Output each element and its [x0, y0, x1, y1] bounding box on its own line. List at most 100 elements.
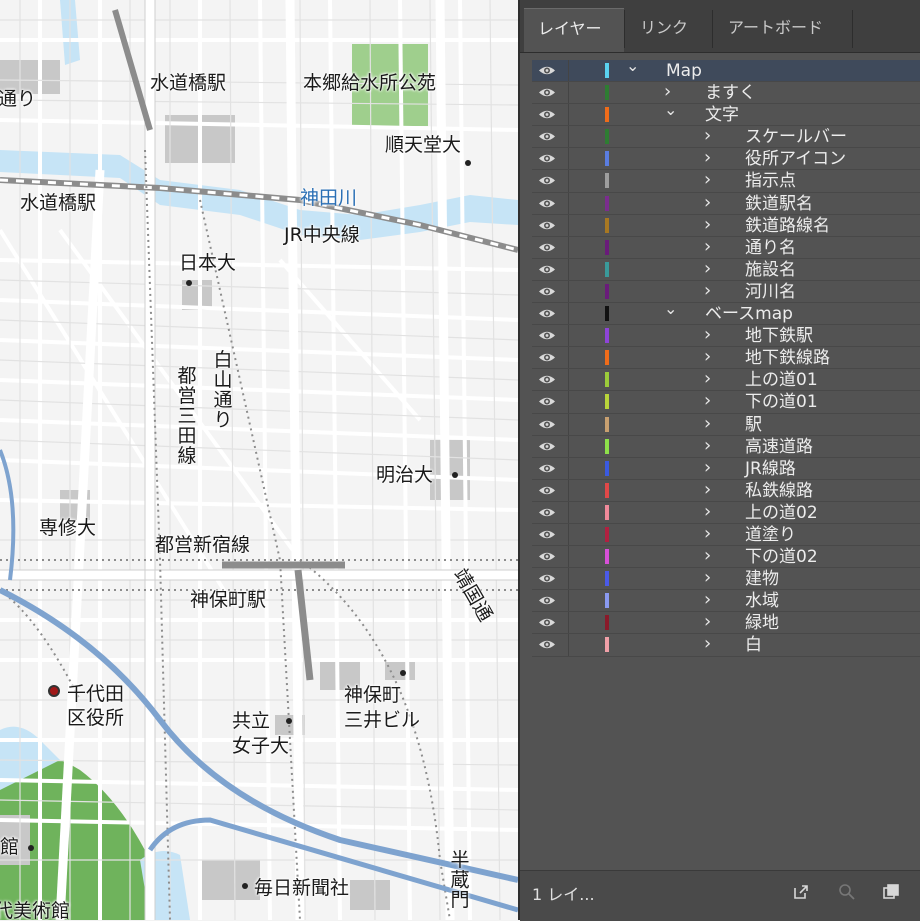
visibility-eye-icon[interactable]: [538, 484, 556, 497]
layer-name[interactable]: 地下鉄線路: [745, 347, 830, 369]
layer-row[interactable]: › 高速道路: [532, 435, 920, 458]
layer-row[interactable]: › 指示点: [532, 170, 920, 193]
visibility-eye-icon[interactable]: [538, 152, 556, 165]
chevron-right-icon[interactable]: ›: [704, 502, 718, 520]
visibility-eye-icon[interactable]: [538, 64, 556, 77]
chevron-right-icon[interactable]: ›: [704, 127, 718, 145]
chevron-right-icon[interactable]: ›: [704, 414, 718, 432]
layer-row[interactable]: › 道塗り: [532, 523, 920, 547]
visibility-eye-icon[interactable]: [538, 616, 556, 629]
layer-name[interactable]: 上の道02: [745, 502, 818, 524]
chevron-right-icon[interactable]: ›: [704, 635, 718, 653]
layer-row[interactable]: › JR線路: [532, 457, 920, 480]
visibility-eye-icon[interactable]: [538, 130, 556, 143]
layer-row[interactable]: › 河川名: [532, 280, 920, 304]
chevron-down-icon[interactable]: ⌄: [664, 301, 678, 317]
layer-name[interactable]: 役所アイコン: [745, 148, 846, 170]
chevron-right-icon[interactable]: ›: [704, 480, 718, 498]
chevron-right-icon[interactable]: ›: [664, 83, 678, 101]
chevron-right-icon[interactable]: ›: [704, 547, 718, 565]
layer-row[interactable]: ⌄ 文字: [532, 102, 920, 127]
chevron-right-icon[interactable]: ›: [704, 348, 718, 366]
layer-name[interactable]: 下の道01: [745, 391, 818, 413]
chevron-right-icon[interactable]: ›: [704, 281, 718, 299]
visibility-eye-icon[interactable]: [538, 506, 556, 519]
chevron-right-icon[interactable]: ›: [704, 591, 718, 609]
layer-row[interactable]: › 地下鉄線路: [532, 347, 920, 370]
visibility-eye-icon[interactable]: [538, 263, 556, 276]
layer-name[interactable]: 道塗り: [745, 524, 796, 546]
layer-name[interactable]: ベースmap: [705, 303, 793, 325]
layer-name[interactable]: 指示点: [745, 170, 796, 192]
chevron-down-icon[interactable]: ⌄: [664, 102, 678, 118]
layer-row[interactable]: › 私鉄線路: [532, 479, 920, 502]
chevron-down-icon[interactable]: ⌄: [626, 58, 640, 74]
tab-artboards[interactable]: アートボード: [714, 8, 852, 52]
visibility-eye-icon[interactable]: [538, 329, 556, 342]
layer-name[interactable]: 上の道01: [745, 369, 818, 391]
layer-name[interactable]: JR線路: [745, 458, 796, 480]
layer-name[interactable]: 建物: [745, 568, 779, 590]
visibility-eye-icon[interactable]: [538, 241, 556, 254]
layer-name[interactable]: 私鉄線路: [745, 480, 813, 502]
search-icon[interactable]: [838, 883, 856, 901]
layer-name[interactable]: 通り名: [745, 237, 796, 259]
chevron-right-icon[interactable]: ›: [704, 193, 718, 211]
layer-row[interactable]: › スケールバー: [532, 126, 920, 149]
layer-name[interactable]: 高速道路: [745, 436, 813, 458]
visibility-eye-icon[interactable]: [538, 594, 556, 607]
layer-name[interactable]: 鉄道駅名: [745, 193, 813, 215]
layer-name[interactable]: スケールバー: [745, 126, 847, 148]
chevron-right-icon[interactable]: ›: [704, 569, 718, 587]
visibility-eye-icon[interactable]: [538, 550, 556, 563]
layer-row[interactable]: › 白: [532, 634, 920, 657]
visibility-eye-icon[interactable]: [538, 572, 556, 585]
map-canvas[interactable]: 水道橋駅 本郷給水所公苑 順天堂大 神田川 水道橋駅 JR中央線 日本大 白山通…: [0, 0, 518, 920]
chevron-right-icon[interactable]: ›: [704, 524, 718, 542]
chevron-right-icon[interactable]: ›: [704, 392, 718, 410]
layer-name[interactable]: 緑地: [745, 612, 779, 634]
collect-layers-icon[interactable]: [882, 883, 900, 901]
visibility-eye-icon[interactable]: [538, 638, 556, 651]
chevron-right-icon[interactable]: ›: [704, 326, 718, 344]
visibility-eye-icon[interactable]: [538, 307, 556, 320]
layer-row[interactable]: › 役所アイコン: [532, 148, 920, 171]
layer-row[interactable]: › 施設名: [532, 258, 920, 281]
layer-name[interactable]: 地下鉄駅: [745, 325, 813, 347]
chevron-right-icon[interactable]: ›: [704, 149, 718, 167]
visibility-eye-icon[interactable]: [538, 528, 556, 541]
chevron-right-icon[interactable]: ›: [704, 436, 718, 454]
export-icon[interactable]: [792, 883, 810, 901]
layer-row[interactable]: › 地下鉄駅: [532, 325, 920, 348]
visibility-eye-icon[interactable]: [538, 285, 556, 298]
layer-name[interactable]: 文字: [705, 104, 739, 126]
layer-name[interactable]: 水域: [745, 590, 779, 612]
layer-row[interactable]: › 水域: [532, 590, 920, 613]
visibility-eye-icon[interactable]: [538, 351, 556, 364]
visibility-eye-icon[interactable]: [538, 108, 556, 121]
chevron-right-icon[interactable]: ›: [704, 458, 718, 476]
visibility-eye-icon[interactable]: [538, 462, 556, 475]
chevron-right-icon[interactable]: ›: [704, 259, 718, 277]
layer-row[interactable]: › 上の道01: [532, 369, 920, 392]
layer-row[interactable]: › ますく: [532, 82, 920, 105]
layer-row[interactable]: › 緑地: [532, 612, 920, 635]
visibility-eye-icon[interactable]: [538, 219, 556, 232]
layer-name[interactable]: 下の道02: [745, 546, 818, 568]
layer-row[interactable]: › 通り名: [532, 236, 920, 259]
chevron-right-icon[interactable]: ›: [704, 215, 718, 233]
layer-row[interactable]: ⌄ Map: [532, 58, 920, 83]
visibility-eye-icon[interactable]: [538, 174, 556, 187]
tab-links[interactable]: リンク: [626, 8, 712, 52]
layer-row[interactable]: ⌄ ベースmap: [532, 301, 920, 326]
layer-name[interactable]: 駅: [745, 414, 762, 436]
chevron-right-icon[interactable]: ›: [704, 171, 718, 189]
visibility-eye-icon[interactable]: [538, 440, 556, 453]
tab-layers[interactable]: レイヤー: [524, 8, 624, 52]
layer-row[interactable]: › 上の道02: [532, 501, 920, 524]
chevron-right-icon[interactable]: ›: [704, 237, 718, 255]
layer-row[interactable]: › 下の道01: [532, 391, 920, 414]
layer-name[interactable]: 施設名: [745, 259, 796, 281]
layer-row[interactable]: › 駅: [532, 413, 920, 436]
chevron-right-icon[interactable]: ›: [704, 613, 718, 631]
